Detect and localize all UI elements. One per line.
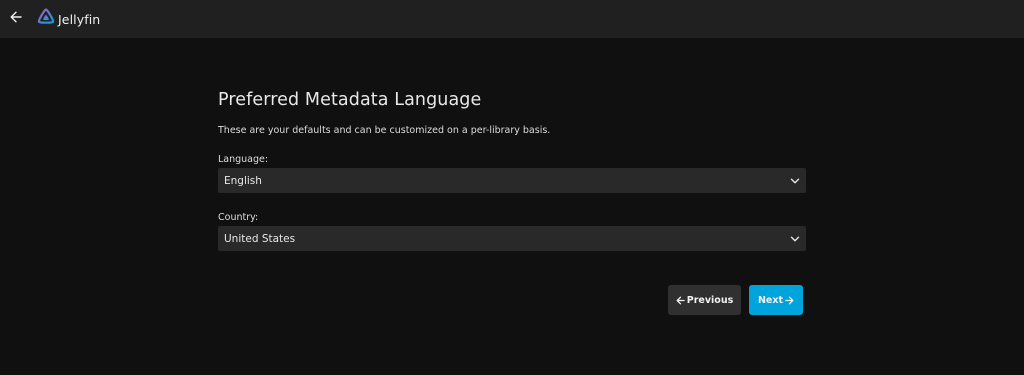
arrow-right-icon [785, 296, 794, 305]
country-value: United States [224, 232, 296, 245]
language-label: Language: [218, 154, 269, 165]
jellyfin-logo-icon [37, 8, 55, 30]
country-select[interactable]: United States [218, 226, 806, 251]
header-bar: Jellyfin [0, 0, 1024, 38]
app-name: Jellyfin [58, 11, 101, 27]
page-title: Preferred Metadata Language [218, 90, 482, 110]
arrow-left-icon [10, 8, 22, 27]
chevron-down-icon [790, 176, 800, 186]
language-select[interactable]: English [218, 168, 806, 193]
metadata-language-panel: Preferred Metadata Language These are yo… [218, 90, 806, 315]
previous-label: Previous [686, 294, 734, 306]
country-label: Country: [218, 212, 259, 223]
previous-button[interactable]: Previous [668, 285, 741, 315]
arrow-left-icon [676, 296, 685, 305]
next-label: Next [757, 294, 784, 306]
next-button[interactable]: Next [749, 285, 803, 315]
chevron-down-icon [790, 234, 800, 244]
back-button[interactable] [6, 6, 26, 28]
home-logo-link[interactable]: Jellyfin [37, 8, 100, 30]
page-description: These are your defaults and can be custo… [218, 125, 551, 136]
language-value: English [224, 174, 262, 187]
